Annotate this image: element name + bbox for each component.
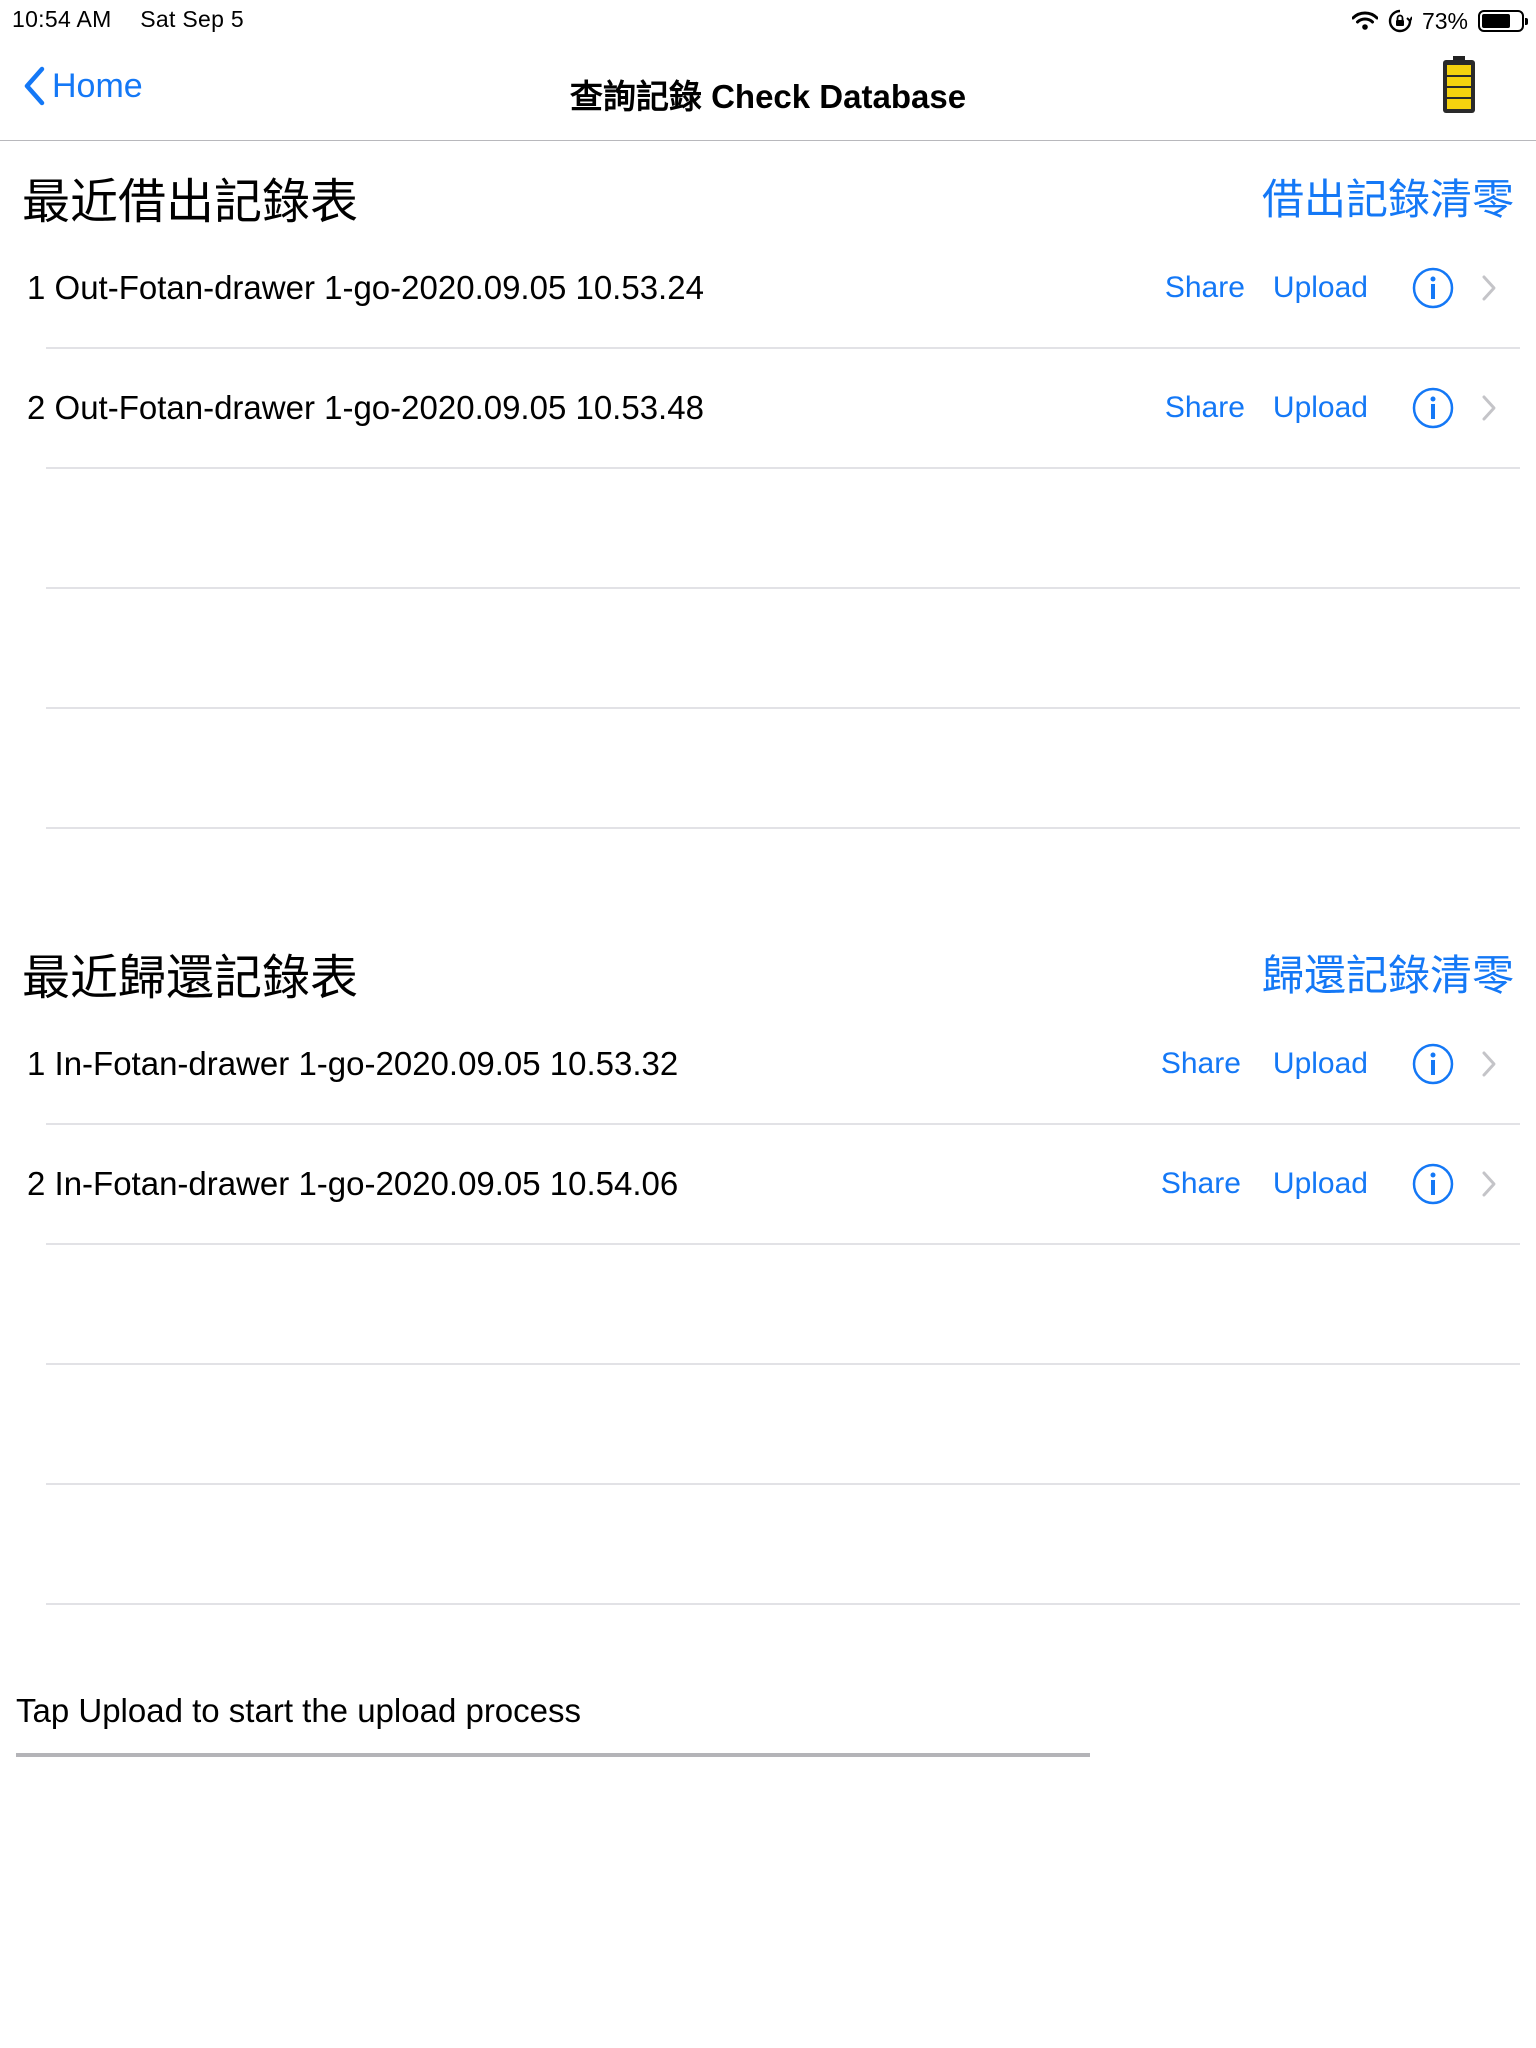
wifi-icon (1351, 11, 1378, 30)
upload-hint-text: Tap Upload to start the upload process (16, 1692, 582, 1729)
row-separator (46, 827, 1520, 829)
status-time: 10:54 AM (12, 6, 112, 32)
chevron-right-icon[interactable] (1480, 1050, 1498, 1078)
upload-button[interactable]: Upload (1273, 391, 1368, 425)
return-row-2[interactable]: 2 In-Fotan-drawer 1-go-2020.09.05 10.54.… (0, 1124, 1536, 1244)
info-icon[interactable] (1412, 1043, 1454, 1085)
row-separator (46, 1603, 1520, 1605)
share-button[interactable]: Share (1161, 1167, 1241, 1201)
info-icon[interactable] (1412, 267, 1454, 309)
status-date: Sat Sep 5 (140, 6, 244, 32)
return-section-title: 最近歸還記錄表 (22, 952, 359, 1005)
upload-progress-line (16, 1753, 1090, 1757)
borrow-row-2[interactable]: 2 Out-Fotan-drawer 1-go-2020.09.05 10.53… (0, 348, 1536, 468)
borrow-row-1[interactable]: 1 Out-Fotan-drawer 1-go-2020.09.05 10.53… (0, 228, 1536, 348)
borrow-clear-button[interactable]: 借出記錄清零 (1262, 166, 1514, 227)
chevron-right-icon[interactable] (1480, 1170, 1498, 1198)
row-separator (46, 467, 1520, 469)
row-actions: Share Upload (1161, 1124, 1498, 1244)
record-label: 2 Out-Fotan-drawer 1-go-2020.09.05 10.53… (27, 389, 704, 426)
chevron-right-icon[interactable] (1480, 394, 1498, 422)
row-actions: Share Upload (1161, 1004, 1498, 1124)
battery-fill (1482, 14, 1510, 28)
row-separator (46, 1483, 1520, 1485)
share-button[interactable]: Share (1165, 391, 1245, 425)
upload-button[interactable]: Upload (1273, 1167, 1368, 1201)
share-button[interactable]: Share (1165, 271, 1245, 305)
status-bar-left: 10:54 AM Sat Sep 5 (12, 6, 266, 33)
upload-button[interactable]: Upload (1273, 1047, 1368, 1081)
page-title: 查詢記錄 Check Database (569, 78, 967, 115)
return-clear-button[interactable]: 歸還記錄清零 (1262, 942, 1514, 1003)
share-button[interactable]: Share (1161, 1047, 1241, 1081)
battery-icon (1478, 10, 1528, 32)
return-row-1[interactable]: 1 In-Fotan-drawer 1-go-2020.09.05 10.53.… (0, 1004, 1536, 1124)
record-label: 1 Out-Fotan-drawer 1-go-2020.09.05 10.53… (27, 269, 704, 306)
borrow-section-title: 最近借出記錄表 (22, 176, 359, 229)
row-separator (46, 1363, 1520, 1365)
row-separator (46, 587, 1520, 589)
battery-level-icon[interactable] (1442, 56, 1476, 114)
row-actions: Share Upload (1165, 348, 1498, 468)
info-icon[interactable] (1412, 387, 1454, 429)
status-bar-right: 73% (1351, 6, 1528, 36)
navigation-bar: Home 查詢記錄 Check Database (0, 40, 1536, 141)
row-separator (46, 707, 1520, 709)
record-label: 2 In-Fotan-drawer 1-go-2020.09.05 10.54.… (27, 1165, 679, 1202)
row-separator (46, 1243, 1520, 1245)
info-icon[interactable] (1412, 1163, 1454, 1205)
chevron-right-icon[interactable] (1480, 274, 1498, 302)
battery-percent: 73% (1421, 7, 1468, 34)
row-actions: Share Upload (1165, 228, 1498, 348)
upload-button[interactable]: Upload (1273, 271, 1368, 305)
orientation-lock-icon (1388, 9, 1412, 33)
record-label: 1 In-Fotan-drawer 1-go-2020.09.05 10.53.… (27, 1045, 679, 1082)
